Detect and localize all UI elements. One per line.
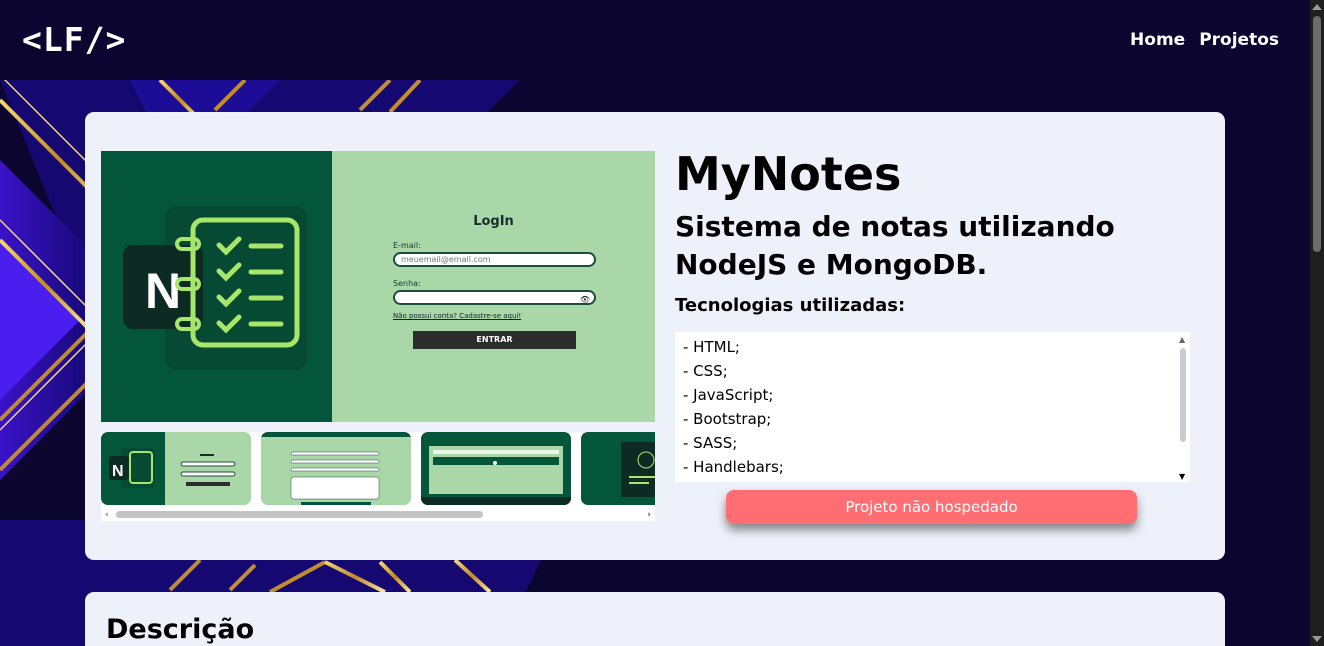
technologies-heading: Tecnologias utilizadas: — [675, 295, 906, 316]
thumbnail-form[interactable] — [261, 432, 411, 505]
thumbnail-scroll-thumb[interactable] — [116, 511, 483, 518]
mynotes-logo-icon: N — [123, 206, 307, 370]
technologies-scroll-thumb[interactable] — [1180, 348, 1186, 442]
eye-icon: 👁 — [579, 295, 590, 304]
nav-link-projetos[interactable]: Projetos — [1199, 30, 1279, 50]
technology-item: - JavaScript; — [683, 386, 774, 404]
scroll-up-arrow-icon[interactable] — [1312, 4, 1322, 10]
technology-item: - SASS; — [683, 434, 738, 452]
svg-text:N: N — [112, 463, 124, 480]
project-card: N LogIn E-mail: meuemail@email.com Senha… — [85, 112, 1225, 560]
technologies-list: - HTML; - CSS; - JavaScript; - Bootstrap… — [675, 332, 1190, 479]
password-label: Senha: — [393, 279, 421, 288]
project-subtitle: Sistema de notas utilizando NodeJS e Mon… — [675, 210, 1115, 281]
technology-item: - Handlebars; — [683, 458, 784, 476]
project-not-hosted-button[interactable]: Projeto não hospedado — [726, 490, 1137, 524]
project-title: MyNotes — [675, 147, 902, 201]
technology-item: - HTML; — [683, 338, 740, 356]
thumbnail-scrollbar[interactable]: ‹ › — [101, 508, 655, 521]
thumbnail-notes[interactable] — [421, 432, 571, 505]
technology-item: - CSS; — [683, 362, 728, 380]
entrar-button: ENTRAR — [413, 331, 576, 349]
scroll-up-icon[interactable]: ▲ — [1179, 335, 1185, 344]
description-heading: Descrição — [106, 614, 255, 645]
email-field: meuemail@email.com — [393, 252, 596, 267]
page-scroll-thumb[interactable] — [1313, 16, 1321, 252]
thumbnail-login[interactable]: N — [101, 432, 251, 505]
site-logo[interactable]: <LF/> — [22, 20, 126, 59]
technology-item: - Bootstrap; — [683, 410, 772, 428]
main-screenshot: N LogIn E-mail: meuemail@email.com Senha… — [101, 151, 655, 422]
thumbnail-dark[interactable] — [581, 432, 655, 505]
screenshot-logo-panel: N — [101, 151, 332, 422]
signup-link: Não possui conta? Cadastre-se aqui! — [393, 312, 522, 320]
page-scrollbar[interactable] — [1310, 0, 1324, 646]
email-label: E-mail: — [393, 241, 421, 250]
screenshot-login-panel: LogIn E-mail: meuemail@email.com Senha: … — [332, 151, 655, 422]
technologies-scrollbar[interactable]: ▲ ▼ — [1176, 332, 1190, 482]
svg-text:N: N — [145, 263, 181, 319]
password-field: 👁 — [393, 290, 596, 305]
technologies-list-box[interactable]: - HTML; - CSS; - JavaScript; - Bootstrap… — [675, 332, 1190, 482]
scroll-right-icon[interactable]: › — [647, 510, 651, 520]
nav-link-home[interactable]: Home — [1130, 30, 1185, 50]
navbar: <LF/> Home Projetos — [0, 0, 1310, 80]
description-card: Descrição — [85, 592, 1225, 646]
nav-links: Home Projetos — [1130, 30, 1279, 50]
login-title: LogIn — [473, 214, 514, 229]
scroll-down-arrow-icon[interactable] — [1312, 636, 1322, 642]
thumbnail-strip: N ‹ › — [101, 432, 655, 521]
scroll-left-icon[interactable]: ‹ — [105, 510, 109, 520]
scroll-down-icon[interactable]: ▼ — [1179, 472, 1185, 481]
